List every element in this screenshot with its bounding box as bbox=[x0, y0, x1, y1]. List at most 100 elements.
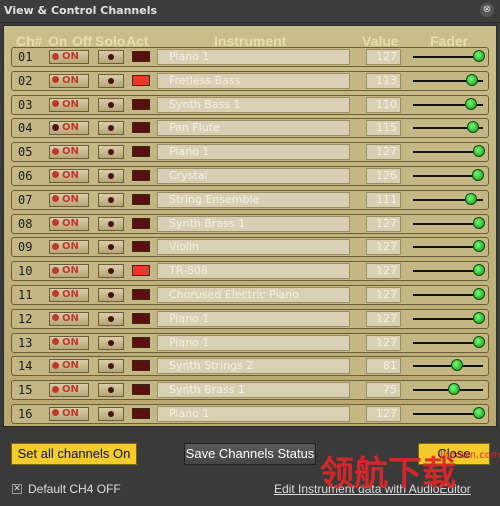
fader-knob-icon[interactable] bbox=[473, 287, 485, 300]
value-field[interactable]: 127 bbox=[366, 215, 401, 232]
instrument-field[interactable]: Synth Brass 1 bbox=[157, 215, 350, 232]
value-field[interactable]: 127 bbox=[366, 49, 401, 65]
channel-solo-button[interactable] bbox=[98, 97, 124, 112]
channel-solo-button[interactable] bbox=[98, 406, 124, 421]
channel-on-button[interactable]: ON bbox=[49, 240, 89, 255]
fader-slider[interactable] bbox=[411, 383, 485, 397]
fader-slider[interactable] bbox=[411, 168, 485, 183]
channel-on-button[interactable]: ON bbox=[49, 287, 89, 302]
channel-solo-button[interactable] bbox=[98, 168, 124, 183]
fader-slider[interactable] bbox=[411, 121, 485, 135]
fader-knob-icon[interactable] bbox=[473, 406, 485, 419]
fader-knob-icon[interactable] bbox=[447, 383, 460, 396]
value-field[interactable]: 110 bbox=[366, 96, 401, 113]
fader-knob-icon[interactable] bbox=[464, 97, 477, 110]
channel-on-button[interactable]: ON bbox=[49, 311, 89, 326]
fader-knob-icon[interactable] bbox=[473, 311, 485, 324]
fader-slider[interactable] bbox=[411, 406, 485, 421]
channel-solo-button[interactable] bbox=[98, 73, 124, 88]
value-field[interactable]: 127 bbox=[366, 405, 401, 422]
channel-on-button[interactable]: ON bbox=[49, 97, 89, 112]
save-channels-status-button[interactable]: Save Channels Status bbox=[184, 443, 316, 465]
fader-knob-icon[interactable] bbox=[472, 168, 485, 181]
channel-on-button[interactable]: ON bbox=[49, 264, 89, 279]
value-field[interactable]: 126 bbox=[366, 167, 401, 184]
fader-slider[interactable] bbox=[411, 264, 485, 278]
channel-on-button[interactable]: ON bbox=[49, 73, 89, 88]
instrument-field[interactable]: Synth Strings 2 bbox=[157, 358, 350, 375]
value-field[interactable]: 75 bbox=[366, 382, 401, 399]
channel-solo-button[interactable] bbox=[98, 216, 124, 231]
value-field[interactable]: 127 bbox=[366, 286, 401, 303]
fader-knob-icon[interactable] bbox=[473, 264, 485, 277]
fader-slider[interactable] bbox=[411, 335, 485, 350]
channel-solo-button[interactable] bbox=[98, 264, 124, 279]
channel-on-button[interactable]: ON bbox=[49, 50, 89, 64]
fader-slider[interactable] bbox=[411, 192, 485, 207]
channel-solo-button[interactable] bbox=[98, 240, 124, 255]
value-field[interactable]: 127 bbox=[366, 144, 401, 161]
instrument-field[interactable]: TR-808 bbox=[157, 263, 350, 280]
channel-solo-button[interactable] bbox=[98, 287, 124, 302]
fader-slider[interactable] bbox=[411, 311, 485, 326]
channel-on-button[interactable]: ON bbox=[49, 168, 89, 183]
fader-slider[interactable] bbox=[411, 359, 485, 373]
instrument-field[interactable]: Piano 1 bbox=[157, 49, 350, 65]
fader-slider[interactable] bbox=[411, 240, 485, 254]
channel-on-button[interactable]: ON bbox=[49, 335, 89, 350]
instrument-field[interactable]: Synth Brass 1 bbox=[157, 382, 350, 399]
fader-knob-icon[interactable] bbox=[450, 359, 463, 372]
instrument-field[interactable]: String Ensemble bbox=[157, 191, 350, 208]
value-field[interactable]: 127 bbox=[366, 239, 401, 256]
channel-on-button[interactable]: ON bbox=[49, 359, 89, 374]
fader-slider[interactable] bbox=[411, 216, 485, 231]
fader-knob-icon[interactable] bbox=[466, 73, 479, 86]
instrument-field[interactable]: Chorused Electric Piano bbox=[157, 286, 350, 303]
channel-solo-button[interactable] bbox=[98, 145, 124, 160]
instrument-field[interactable]: Piano 1 bbox=[157, 144, 350, 161]
window-close-icon[interactable]: ⊗ bbox=[480, 3, 494, 17]
channel-solo-button[interactable] bbox=[98, 121, 124, 136]
instrument-field[interactable]: Piano 1 bbox=[157, 405, 350, 422]
value-field[interactable]: 111 bbox=[366, 191, 401, 208]
fader-knob-icon[interactable] bbox=[473, 145, 485, 158]
value-field[interactable]: 113 bbox=[366, 72, 401, 89]
instrument-field[interactable]: Crystal bbox=[157, 167, 350, 184]
fader-knob-icon[interactable] bbox=[473, 335, 485, 348]
fader-knob-icon[interactable] bbox=[473, 240, 485, 253]
value-field[interactable]: 115 bbox=[366, 120, 401, 137]
fader-knob-icon[interactable] bbox=[473, 216, 485, 229]
instrument-field[interactable]: Fretless Bass bbox=[157, 72, 350, 89]
set-all-channels-on-button[interactable]: Set all channels On bbox=[11, 443, 137, 465]
channel-solo-button[interactable] bbox=[98, 192, 124, 207]
channel-solo-button[interactable] bbox=[98, 335, 124, 350]
channel-on-button[interactable]: ON bbox=[49, 145, 89, 160]
instrument-field[interactable]: Piano 1 bbox=[157, 310, 350, 327]
instrument-field[interactable]: Piano 1 bbox=[157, 334, 350, 351]
instrument-field[interactable]: Synth Bass 1 bbox=[157, 96, 350, 113]
value-field[interactable]: 127 bbox=[366, 310, 401, 327]
channel-solo-button[interactable] bbox=[98, 359, 124, 374]
fader-slider[interactable] bbox=[411, 97, 485, 112]
channel-on-button[interactable]: ON bbox=[49, 383, 89, 398]
default-ch4-checkbox[interactable]: ✕ bbox=[12, 484, 22, 494]
fader-slider[interactable] bbox=[411, 145, 485, 159]
value-field[interactable]: 127 bbox=[366, 334, 401, 351]
channel-on-button[interactable]: ON bbox=[49, 406, 89, 421]
fader-knob-icon[interactable] bbox=[473, 50, 485, 62]
instrument-field[interactable]: Violin bbox=[157, 239, 350, 256]
fader-slider[interactable] bbox=[411, 73, 485, 88]
fader-slider[interactable] bbox=[411, 50, 485, 64]
channel-on-button[interactable]: ON bbox=[49, 216, 89, 231]
value-field[interactable]: 127 bbox=[366, 263, 401, 280]
channel-solo-button[interactable] bbox=[98, 383, 124, 398]
fader-slider[interactable] bbox=[411, 287, 485, 302]
fader-knob-icon[interactable] bbox=[464, 192, 477, 205]
value-field[interactable]: 81 bbox=[366, 358, 401, 375]
fader-knob-icon[interactable] bbox=[467, 121, 480, 134]
channel-on-button[interactable]: ON bbox=[49, 121, 89, 136]
channel-solo-button[interactable] bbox=[98, 311, 124, 326]
channel-solo-button[interactable] bbox=[98, 50, 124, 64]
channel-on-button[interactable]: ON bbox=[49, 192, 89, 207]
instrument-field[interactable]: Pan Flute bbox=[157, 120, 350, 137]
